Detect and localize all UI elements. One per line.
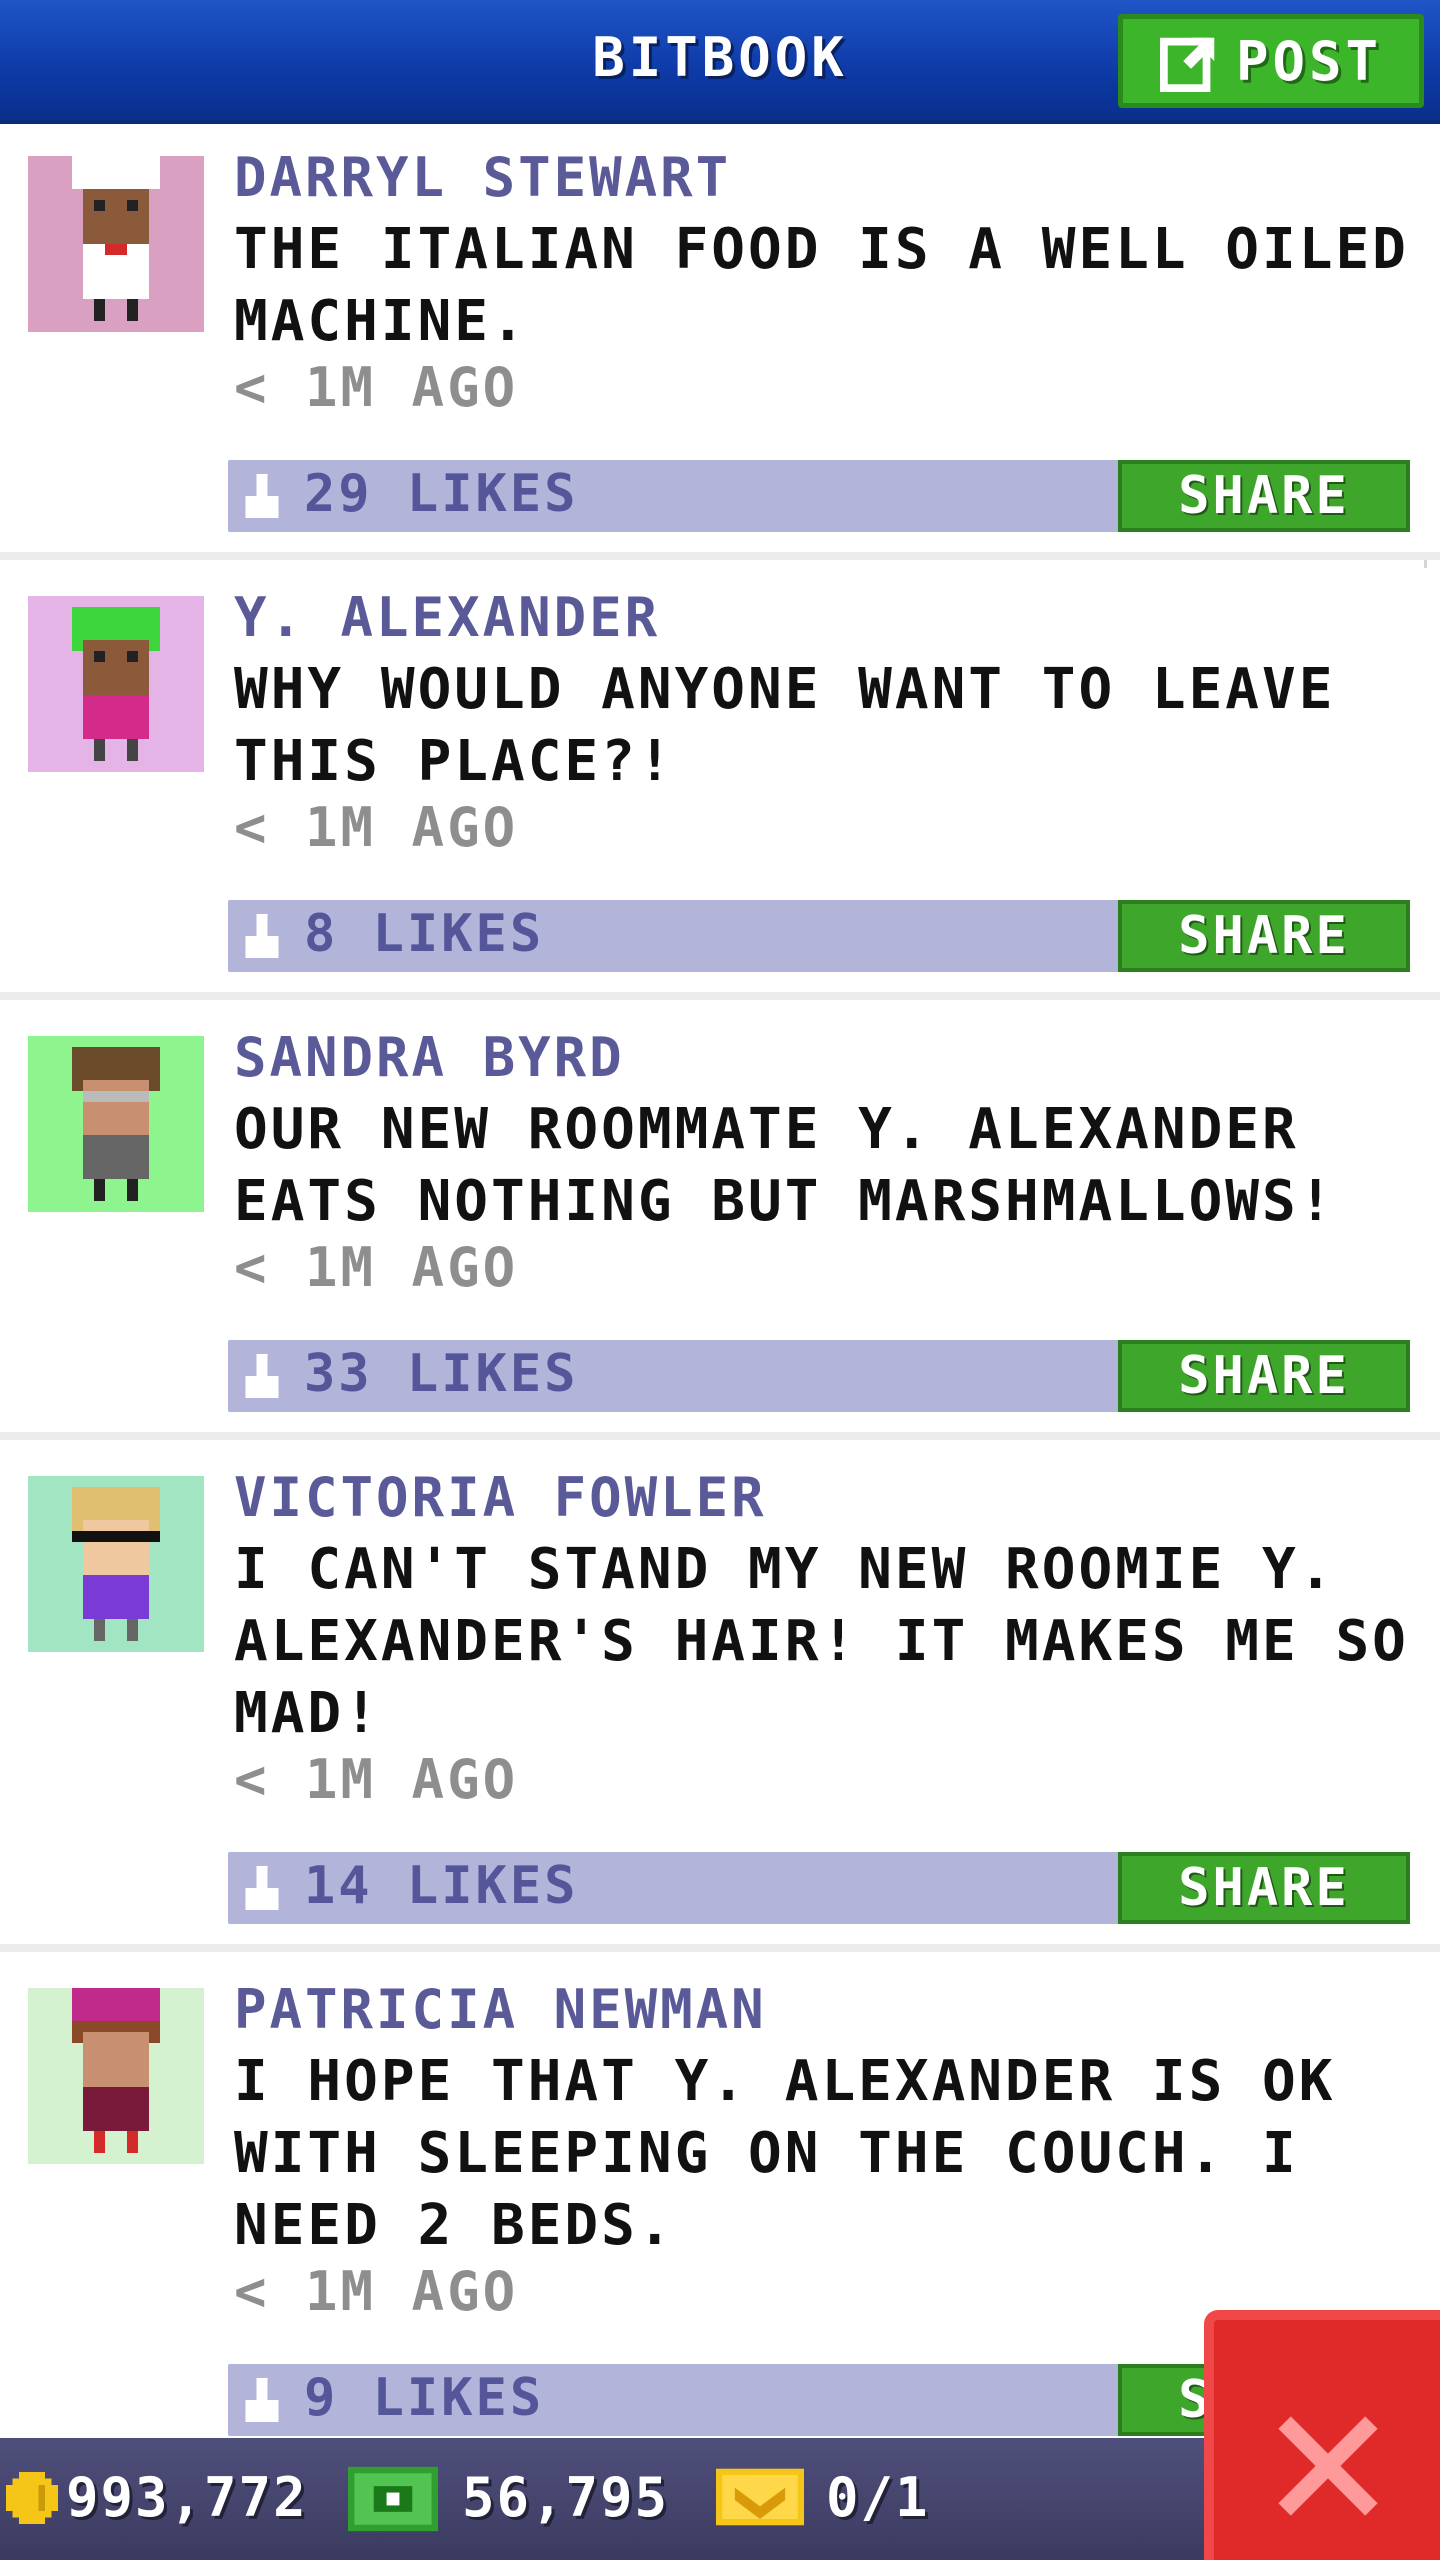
app-header: BITBOOK POST — [0, 0, 1440, 124]
post-author[interactable]: SANDRA BYRD — [234, 1026, 625, 1089]
thumbs-up-icon[interactable] — [240, 1354, 284, 1398]
avatar[interactable] — [28, 596, 204, 772]
post-message: I CAN'T STAND MY NEW ROOMIE Y. ALEXANDER… — [234, 1537, 1409, 1746]
thumbs-up-icon[interactable] — [240, 914, 284, 958]
close-button[interactable] — [1204, 2310, 1440, 2560]
post-message: OUR NEW ROOMMATE Y. ALEXANDER EATS NOTHI… — [234, 1097, 1336, 1234]
share-button[interactable]: SHARE — [1118, 460, 1410, 532]
post-author[interactable]: DARRYL STEWART — [234, 146, 731, 209]
post-author[interactable]: VICTORIA FOWLER — [234, 1466, 767, 1529]
ticket-icon — [716, 2468, 804, 2526]
post-message: WHY WOULD ANYONE WANT TO LEAVE THIS PLAC… — [234, 657, 1336, 794]
avatar[interactable] — [28, 1988, 204, 2164]
likes-count: 8 LIKES — [304, 904, 545, 964]
post-button[interactable]: POST — [1118, 14, 1424, 108]
post-author[interactable]: Y. ALEXANDER — [234, 586, 660, 649]
thumbs-up-icon[interactable] — [240, 2378, 284, 2422]
avatar[interactable] — [28, 156, 204, 332]
post-button-label: POST — [1235, 29, 1383, 93]
likes-bar: 8 LIKES SHARE — [228, 900, 1410, 972]
share-button[interactable]: SHARE — [1118, 900, 1410, 972]
thumbs-up-icon[interactable] — [240, 474, 284, 518]
post-message: THE ITALIAN FOOD IS A WELL OILED MACHINE… — [234, 217, 1409, 354]
post-message: I HOPE THAT Y. ALEXANDER IS OK WITH SLEE… — [234, 2049, 1336, 2258]
compose-icon — [1159, 37, 1215, 92]
likes-bar: 33 LIKES SHARE — [228, 1340, 1410, 1412]
post-time: < 1M AGO — [234, 1236, 519, 1299]
coin-icon — [6, 2472, 58, 2524]
feed-post: Y. ALEXANDER WHY WOULD ANYONE WANT TO LE… — [0, 568, 1440, 1000]
share-button[interactable]: SHARE — [1118, 1852, 1410, 1924]
bux-count: 56,795 — [462, 2466, 670, 2529]
likes-count: 9 LIKES — [304, 2368, 545, 2428]
avatar[interactable] — [28, 1476, 204, 1652]
post-time: < 1M AGO — [234, 2260, 519, 2323]
post-author[interactable]: PATRICIA NEWMAN — [234, 1978, 767, 2041]
likes-count: 29 LIKES — [304, 464, 579, 524]
feed-post: VICTORIA FOWLER I CAN'T STAND MY NEW ROO… — [0, 1448, 1440, 1952]
bux-icon — [348, 2466, 438, 2532]
post-time: < 1M AGO — [234, 1748, 519, 1811]
tickets-count: 0/1 — [826, 2466, 930, 2529]
likes-count: 33 LIKES — [304, 1344, 579, 1404]
likes-bar: 14 LIKES SHARE — [228, 1852, 1410, 1924]
feed-post: SANDRA BYRD OUR NEW ROOMMATE Y. ALEXANDE… — [0, 1008, 1440, 1440]
feed-post: DARRYL STEWART THE ITALIAN FOOD IS A WEL… — [0, 128, 1440, 560]
likes-count: 14 LIKES — [304, 1856, 579, 1916]
share-button[interactable]: SHARE — [1118, 1340, 1410, 1412]
post-time: < 1M AGO — [234, 356, 519, 419]
close-icon — [1278, 2416, 1378, 2516]
thumbs-up-icon[interactable] — [240, 1866, 284, 1910]
likes-bar: 29 LIKES SHARE — [228, 460, 1410, 532]
post-time: < 1M AGO — [234, 796, 519, 859]
avatar[interactable] — [28, 1036, 204, 1212]
coins-count: 993,772 — [66, 2466, 308, 2529]
